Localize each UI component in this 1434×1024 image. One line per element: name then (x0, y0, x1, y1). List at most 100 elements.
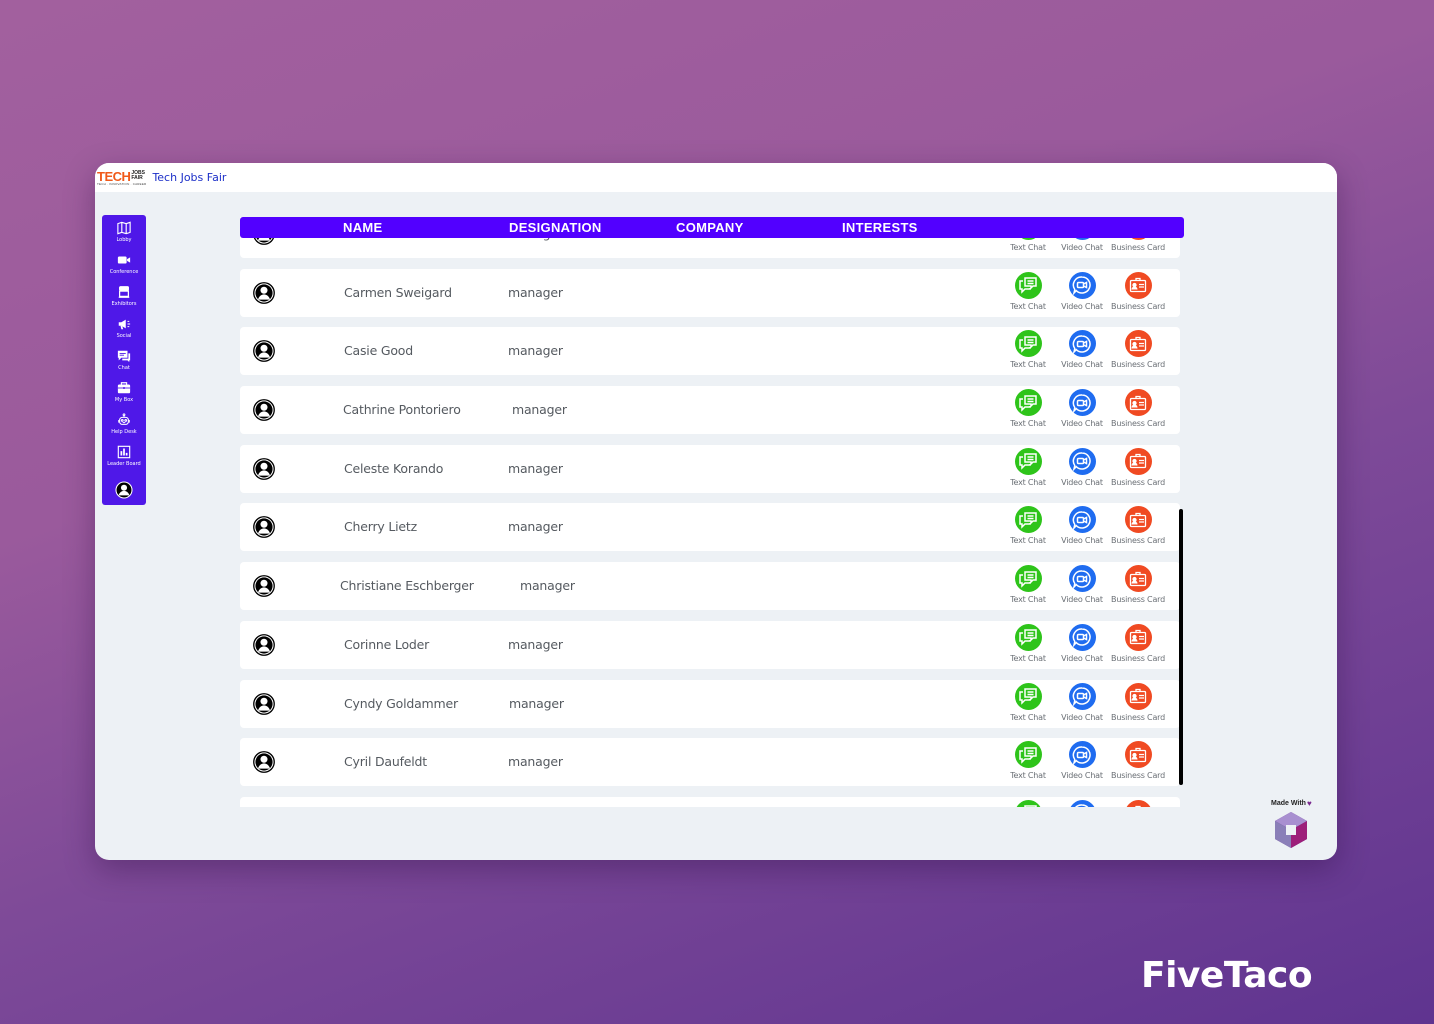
video-chat-icon (1072, 745, 1091, 765)
row-actions: Text Chat Video Chat Business Card (1005, 330, 1175, 374)
business-card-label: Business Card (1111, 243, 1165, 252)
tech-jobs-fair-logo[interactable]: TECH JOBS FAIR TECH · INNOVATION · CAREE… (97, 168, 146, 188)
business-card-button[interactable]: Business Card (1110, 741, 1166, 780)
business-card-button[interactable]: Business Card (1110, 330, 1166, 369)
megaphone-icon (118, 319, 131, 330)
attendee-name: Christiane Eschberger (340, 578, 474, 594)
profile-button[interactable] (115, 481, 133, 504)
text-chat-button[interactable]: Text Chat (1010, 682, 1046, 722)
robot-icon (118, 413, 130, 425)
booth-icon (118, 286, 130, 298)
video-chat-button[interactable]: Video Chat (1059, 389, 1105, 428)
video-chat-button[interactable]: Video Chat (1059, 271, 1105, 311)
user-avatar-icon[interactable] (253, 281, 275, 304)
made-with-label: Made With (1271, 800, 1306, 807)
text-chat-button[interactable]: Text Chat (1010, 506, 1046, 545)
sidebar-item-label: Lobby (116, 237, 132, 243)
text-chat-button[interactable]: Text Chat (1010, 565, 1046, 604)
business-card-button[interactable]: Business Card (1110, 506, 1166, 545)
sidebar-item-label: Leader Board (107, 461, 141, 467)
text-chat-label: Text Chat (1010, 477, 1046, 487)
attendee-name: Cyndy Goldammer (344, 695, 458, 711)
business-card-icon (1129, 454, 1147, 469)
video-chat-button[interactable]: Video Chat (1059, 741, 1105, 780)
table-row: Cathrine Pontoriero manager Text Chat Vi… (240, 386, 1180, 435)
text-chat-icon (1019, 453, 1037, 471)
attendee-designation: manager (508, 343, 563, 359)
sidebar-item-exhibitors[interactable]: Exhibitors (102, 285, 146, 317)
made-with-badge[interactable]: Made With ♥ (1271, 799, 1312, 849)
text-chat-button[interactable]: Text Chat (1010, 623, 1046, 663)
video-chat-button[interactable]: Video Chat (1059, 330, 1105, 369)
business-card-label: Business Card (1111, 360, 1165, 370)
user-avatar-icon[interactable] (253, 575, 275, 598)
business-card-button[interactable]: Business Card (1110, 799, 1166, 807)
table-body: Carmen Doss manager Text Chat Video Chat… (240, 217, 1180, 807)
video-chat-button[interactable]: Video Chat (1059, 565, 1105, 604)
text-chat-button[interactable]: Text Chat (1010, 271, 1046, 311)
business-card-label: Business Card (1111, 771, 1165, 781)
video-chat-icon (1072, 511, 1091, 530)
sidebar-item-lobby[interactable]: Lobby (102, 221, 146, 253)
fivetaco-brand: FiveTaco (1141, 955, 1313, 996)
text-chat-button[interactable]: Text Chat (1010, 389, 1046, 428)
user-avatar-icon[interactable] (253, 692, 275, 715)
user-avatar-icon[interactable] (253, 633, 275, 656)
business-card-button[interactable]: Business Card (1110, 682, 1166, 722)
video-chat-label: Video Chat (1061, 301, 1103, 311)
text-chat-icon (1019, 688, 1037, 705)
text-chat-button[interactable]: Text Chat (1010, 447, 1046, 487)
attendee-table: NAME DESIGNATION COMPANY INTERESTS Carme… (240, 217, 1185, 807)
attendee-name: Corinne Loder (344, 636, 430, 652)
table-row: Cyril Daufeldt manager Text Chat Video C… (240, 738, 1180, 787)
video-chat-icon (1072, 452, 1091, 472)
column-header-designation[interactable]: DESIGNATION (509, 220, 602, 235)
attendee-designation: manager (520, 578, 575, 594)
sidebar-item-chat[interactable]: Chat (102, 349, 146, 381)
logo-sub-bottom: FAIR (131, 175, 143, 181)
app-title: Tech Jobs Fair (152, 171, 227, 184)
row-actions: Text Chat Video Chat Business Card (1005, 741, 1175, 785)
business-card-button[interactable]: Business Card (1110, 447, 1166, 487)
business-card-button[interactable]: Business Card (1110, 389, 1166, 428)
row-actions: Text Chat Video Chat Business Card (1005, 799, 1175, 807)
text-chat-button[interactable]: Text Chat (1010, 741, 1046, 780)
user-avatar-icon[interactable] (253, 751, 275, 774)
text-chat-label: Text Chat (1010, 771, 1046, 781)
text-chat-button[interactable]: Text Chat (1010, 799, 1046, 807)
video-chat-button[interactable]: Video Chat (1059, 623, 1105, 663)
user-avatar-icon[interactable] (253, 399, 275, 421)
table-row: Carmen Sweigard manager Text Chat Video … (240, 268, 1180, 317)
business-card-icon (1129, 688, 1147, 704)
user-avatar-icon[interactable] (253, 340, 275, 363)
row-actions: Text Chat Video Chat Business Card (1005, 682, 1175, 727)
video-chat-label: Video Chat (1061, 771, 1103, 781)
text-chat-button[interactable]: Text Chat (1010, 330, 1046, 369)
sidebar-item-help-desk[interactable]: Help Desk (102, 413, 146, 445)
business-card-icon (1129, 278, 1147, 293)
column-header-name[interactable]: NAME (343, 220, 382, 235)
text-chat-icon (1019, 277, 1037, 294)
video-chat-button[interactable]: Video Chat (1059, 799, 1105, 807)
text-chat-label: Text Chat (1010, 419, 1046, 429)
business-card-button[interactable]: Business Card (1110, 565, 1166, 604)
business-card-button[interactable]: Business Card (1110, 623, 1166, 663)
column-header-interests[interactable]: INTERESTS (842, 220, 918, 235)
video-chat-button[interactable]: Video Chat (1059, 506, 1105, 545)
sidebar-item-my-box[interactable]: My Box (102, 381, 146, 413)
business-card-icon (1129, 512, 1147, 528)
user-avatar-icon[interactable] (253, 457, 275, 480)
business-card-button[interactable]: Business Card (1110, 271, 1166, 311)
text-chat-icon (1019, 570, 1037, 588)
video-chat-button[interactable]: Video Chat (1059, 682, 1105, 722)
business-card-icon (1129, 395, 1147, 410)
sidebar-item-conference[interactable]: Conference (102, 253, 146, 285)
user-avatar-icon[interactable] (253, 516, 275, 539)
table-header: NAME DESIGNATION COMPANY INTERESTS (240, 217, 1184, 238)
video-chat-button[interactable]: Video Chat (1059, 447, 1105, 487)
sidebar-item-leader-board[interactable]: Leader Board (102, 445, 146, 477)
scrollbar[interactable] (1179, 509, 1183, 785)
sidebar-item-label: Help Desk (111, 429, 137, 435)
column-header-company[interactable]: COMPANY (676, 220, 744, 235)
sidebar-item-social[interactable]: Social (102, 317, 146, 349)
